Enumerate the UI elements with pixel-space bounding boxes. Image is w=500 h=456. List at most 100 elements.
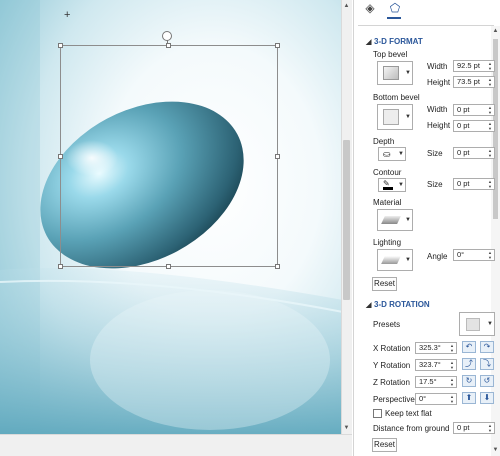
pane-tabs: ◈ ⬠ [356,0,500,20]
angle-input[interactable]: 0° ▲ ▼ [453,249,495,261]
depth-size-input[interactable]: 0 pt ▲ ▼ [453,147,495,159]
z-rotation-label: Z Rotation [373,378,410,387]
shape-selection-box[interactable] [60,45,278,267]
x-rotation-input[interactable]: 325.3° ▲ ▼ [415,342,457,354]
bottom-width-label: Width [427,105,448,114]
scroll-down-icon[interactable]: ▼ [342,424,351,433]
pane-scroll-up-icon[interactable]: ▲ [491,27,500,36]
spin-arrows-icon[interactable]: ▲ ▼ [487,105,493,115]
perspective-label: Perspective [373,395,415,404]
rotate-counterclockwise-icon[interactable]: ↺ [480,375,494,387]
spin-arrows-icon[interactable]: ▲ ▼ [487,148,493,158]
top-width-label: Width [427,62,448,71]
chevron-down-icon: ▼ [398,182,404,188]
resize-handle-e[interactable] [275,154,280,159]
top-height-label: Height [427,78,451,87]
z-rotation-input[interactable]: 17.5° ▲ ▼ [415,376,457,388]
depth-color-dropdown[interactable]: ⛀ ▼ [378,147,406,161]
spin-arrows-icon[interactable]: ▲ ▼ [449,360,455,370]
perspective-increase-icon[interactable]: ⬆ [462,392,476,404]
spin-arrows-icon[interactable]: ▲ ▼ [487,121,493,131]
depth-label: Depth [373,137,395,146]
spin-arrows-icon[interactable]: ▲ ▼ [487,179,493,189]
pen-color-icon: ✎ [383,180,393,190]
reset-3d-rotation-button[interactable]: Reset [372,438,397,452]
top-width-input[interactable]: 92.5 pt ▲ ▼ [453,60,495,72]
spin-arrows-icon[interactable]: ▲ ▼ [449,343,455,353]
pentagon-effects-icon[interactable]: ⬠ [387,0,403,16]
contour-color-dropdown[interactable]: ✎ ▼ [378,178,406,192]
spin-arrows-icon[interactable]: ▲ ▼ [487,77,493,87]
lighting-label: Lighting [373,238,402,247]
depth-size-label: Size [427,149,443,158]
resize-handle-s[interactable] [166,264,171,269]
material-dropdown[interactable]: ▼ [377,209,413,231]
spin-arrows-icon[interactable]: ▲ ▼ [449,394,455,404]
chevron-down-icon: ▼ [487,321,493,327]
bottom-height-input[interactable]: 0 pt ▲ ▼ [453,120,495,132]
presets-label: Presets [373,320,401,329]
rotate-left-icon[interactable]: ↶ [462,341,476,353]
spin-arrows-icon[interactable]: ▲ ▼ [487,61,493,71]
bottom-width-input[interactable]: 0 pt ▲ ▼ [453,104,495,116]
fill-bucket-icon[interactable]: ◈ [362,0,378,16]
resize-handle-w[interactable] [58,154,63,159]
pane-divider [358,25,494,26]
top-bevel-dropdown[interactable]: ▼ [377,61,413,85]
collapse-caret-icon: ◢ [366,302,372,309]
bevel-preview-icon [383,109,399,125]
x-rotation-label: X Rotation [373,344,411,353]
bottom-bevel-dropdown[interactable]: ▼ [377,104,413,130]
top-height-input[interactable]: 73.5 pt ▲ ▼ [453,76,495,88]
contour-size-input[interactable]: 0 pt ▲ ▼ [453,178,495,190]
resize-handle-nw[interactable] [58,43,63,48]
reset-3d-format-button[interactable]: Reset [372,277,397,291]
top-bevel-label: Top bevel [373,50,408,59]
angle-label: Angle [427,252,448,261]
bottom-bevel-label: Bottom bevel [373,93,420,102]
rotate-up-icon[interactable]: ⤴ [462,358,476,370]
pane-scroll-down-icon[interactable]: ▼ [491,446,500,455]
spin-arrows-icon[interactable]: ▲ ▼ [487,250,493,260]
collapse-caret-icon: ◢ [366,39,372,46]
rotation-presets-dropdown[interactable]: ▼ [459,312,495,336]
y-rotation-label: Y Rotation [373,361,411,370]
lighting-preview-icon [381,256,401,264]
slide-canvas[interactable]: + [0,0,343,434]
material-preview-icon [381,216,401,224]
keep-text-flat-checkbox[interactable] [373,409,382,418]
chevron-down-icon: ▼ [405,257,411,263]
canvas-horizontal-scrollbar[interactable] [0,434,352,456]
canvas-scroll-thumb[interactable] [343,140,350,300]
rotate-right-icon[interactable]: ↷ [480,341,494,353]
rotate-clockwise-icon[interactable]: ↻ [462,375,476,387]
paint-bucket-icon: ⛀ [383,149,391,159]
perspective-decrease-icon[interactable]: ⬇ [480,392,494,404]
rotate-down-icon[interactable]: ⤵ [480,358,494,370]
bevel-preview-icon [383,66,399,80]
chevron-down-icon: ▼ [398,151,404,157]
material-label: Material [373,198,402,207]
preset-preview-icon [466,318,480,331]
bottom-height-label: Height [427,121,451,130]
resize-handle-sw[interactable] [58,264,63,269]
distance-from-ground-input[interactable]: 0 pt ▲ ▼ [453,422,495,434]
keep-text-flat-label: Keep text flat [385,409,432,418]
resize-handle-ne[interactable] [275,43,280,48]
lighting-dropdown[interactable]: ▼ [377,249,413,271]
resize-handle-n[interactable] [166,43,171,48]
contour-size-label: Size [427,180,443,189]
perspective-input[interactable]: 0° ▲ ▼ [415,393,457,405]
crosshair-icon: + [64,9,71,21]
active-tab-indicator [387,17,401,19]
distance-from-ground-label: Distance from ground [373,424,450,433]
chevron-down-icon: ▼ [405,70,411,76]
y-rotation-input[interactable]: 323.7° ▲ ▼ [415,359,457,371]
spin-arrows-icon[interactable]: ▲ ▼ [487,423,493,433]
contour-label: Contour [373,168,402,177]
chevron-down-icon: ▼ [405,217,411,223]
chevron-down-icon: ▼ [405,114,411,120]
scroll-up-icon[interactable]: ▲ [342,2,351,11]
spin-arrows-icon[interactable]: ▲ ▼ [449,377,455,387]
resize-handle-se[interactable] [275,264,280,269]
